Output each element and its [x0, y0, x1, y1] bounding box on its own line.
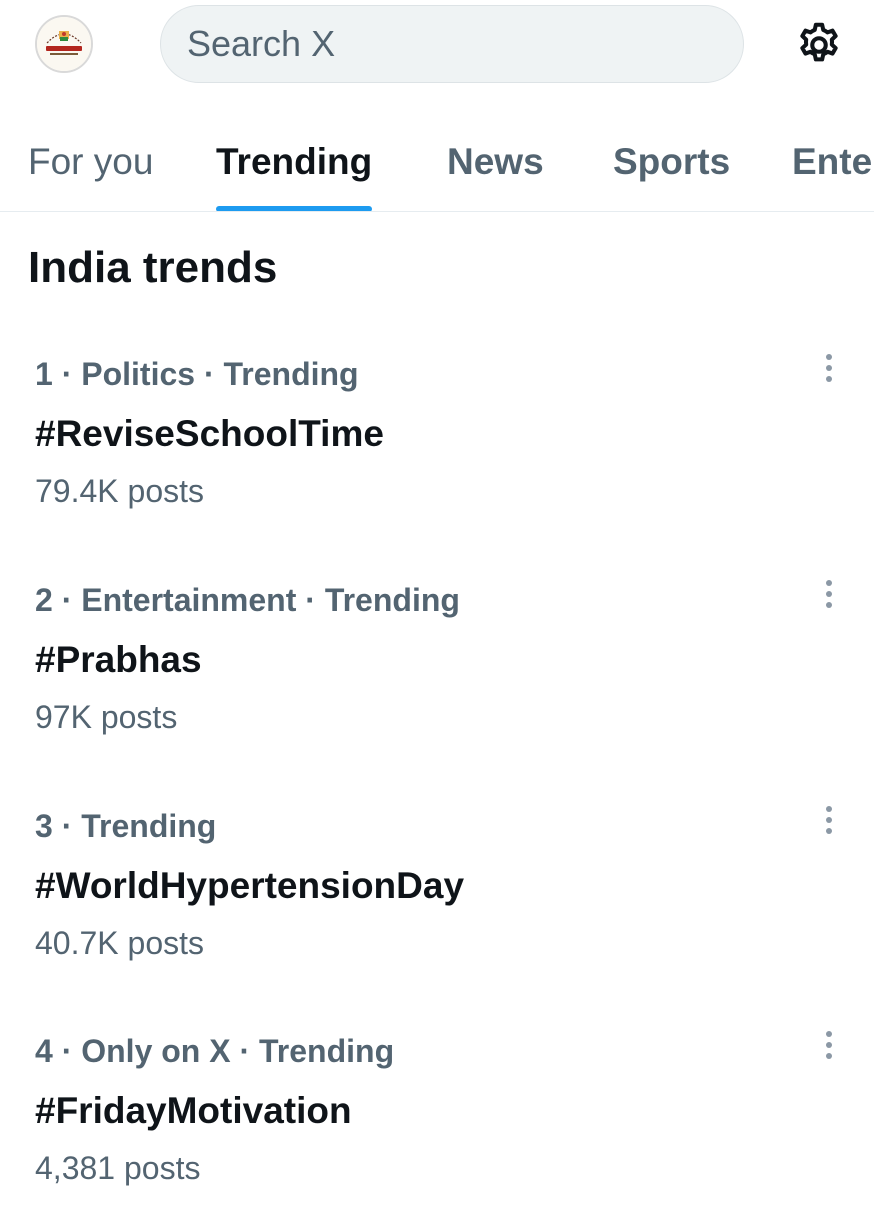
tab-label: Ente: [792, 141, 873, 182]
gear-icon: [800, 22, 838, 62]
search-input[interactable]: [187, 6, 707, 82]
top-bar: [0, 0, 874, 92]
tab-news[interactable]: News: [447, 130, 544, 211]
active-tab-indicator: [216, 206, 373, 211]
trend-item[interactable]: 4 · Only on X · Trending #FridayMotivati…: [0, 1031, 874, 1231]
profile-avatar[interactable]: [35, 15, 93, 73]
more-dot: [826, 828, 832, 834]
more-options-button[interactable]: [808, 354, 850, 398]
more-options-button[interactable]: [808, 806, 850, 850]
trend-meta: 2 · Entertainment · Trending: [35, 582, 460, 618]
tab-label: Trending: [216, 141, 373, 182]
more-dot: [826, 1031, 832, 1037]
tab-label: Sports: [613, 141, 731, 182]
trend-meta: 4 · Only on X · Trending: [35, 1033, 395, 1069]
trend-post-count: 97K posts: [35, 699, 178, 735]
trend-post-count: 79.4K posts: [35, 473, 204, 509]
trend-post-count: 40.7K posts: [35, 925, 204, 961]
trend-hashtag: #ReviseSchoolTime: [35, 413, 384, 454]
trend-meta: 1 · Politics · Trending: [35, 356, 359, 392]
settings-button[interactable]: [792, 18, 846, 72]
more-dot: [826, 591, 832, 597]
more-dot: [826, 1042, 832, 1048]
tab-sports[interactable]: Sports: [613, 130, 731, 211]
section-title: India trends: [28, 243, 278, 292]
more-dot: [826, 806, 832, 812]
trend-item[interactable]: 2 · Entertainment · Trending #Prabhas 97…: [0, 580, 874, 780]
more-options-button[interactable]: [808, 1031, 850, 1075]
more-dot: [826, 602, 832, 608]
trend-item[interactable]: 3 · Trending #WorldHypertensionDay 40.7K…: [0, 806, 874, 1006]
explore-tabs: For you Trending News Sports Ente: [0, 130, 874, 212]
tab-for-you[interactable]: For you: [28, 130, 154, 211]
trend-meta: 3 · Trending: [35, 808, 217, 844]
tab-label: For you: [28, 141, 154, 182]
trend-hashtag: #Prabhas: [35, 639, 202, 680]
tab-trending[interactable]: Trending: [216, 130, 373, 211]
more-dot: [826, 376, 832, 382]
trend-hashtag: #WorldHypertensionDay: [35, 865, 465, 906]
more-dot: [826, 817, 832, 823]
more-dot: [826, 365, 832, 371]
trend-post-count: 4,381 posts: [35, 1150, 201, 1186]
avatar-logo-icon: [37, 17, 91, 71]
more-dot: [826, 354, 832, 360]
more-options-button[interactable]: [808, 580, 850, 624]
more-dot: [826, 580, 832, 586]
search-bar[interactable]: [160, 5, 744, 83]
trend-item[interactable]: 1 · Politics · Trending #ReviseSchoolTim…: [0, 354, 874, 554]
tab-entertainment[interactable]: Ente: [792, 130, 873, 211]
more-dot: [826, 1053, 832, 1059]
tab-label: News: [447, 141, 544, 182]
trend-hashtag: #FridayMotivation: [35, 1090, 352, 1131]
